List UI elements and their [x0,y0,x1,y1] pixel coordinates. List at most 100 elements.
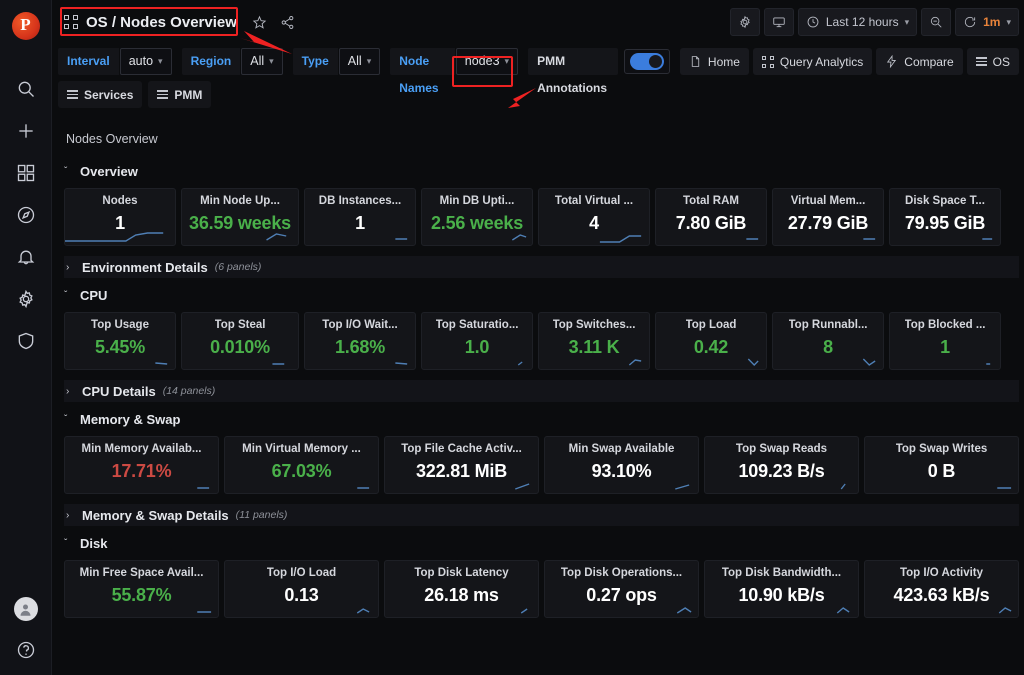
sidebar-nav [15,78,37,352]
alerting-bell-icon[interactable] [15,246,37,268]
stat-panel[interactable]: Top I/O Activity 423.63 kB/s [864,560,1019,618]
chevron-down-icon-interval: ▾ [158,56,163,66]
avatar[interactable] [13,597,38,621]
panel-title: Top I/O Load [266,567,337,579]
help-icon[interactable] [15,639,37,661]
stat-panel[interactable]: Virtual Mem... 27.79 GiB [772,188,884,246]
stat-panel[interactable]: Top Saturatio... 1.0 [421,312,533,370]
dashboard-topbar: OS / Nodes Overview Last 12 hours ▾ 1m ▾ [52,0,1024,44]
stat-panel[interactable]: Top File Cache Activ... 322.81 MiB [384,436,539,494]
annotations-toggle[interactable] [623,49,670,74]
stat-panel[interactable]: Top Disk Operations... 0.27 ops [544,560,699,618]
shield-icon[interactable] [15,330,37,352]
stat-panel[interactable]: DB Instances... 1 [304,188,416,246]
zoom-out-button[interactable] [921,8,952,36]
chevron-down-icon-type: ▾ [366,56,372,66]
plus-icon[interactable] [15,120,37,142]
panel-title: Top Disk Latency [414,567,509,579]
star-icon[interactable] [249,11,271,33]
stat-panel[interactable]: Min DB Upti... 2.56 weeks [421,188,533,246]
chevron-down-icon-refresh: ▾ [1006,16,1011,27]
panel-row: Top Usage 5.45% Top Steal 0.010% Top I/O Wai… [64,312,1019,370]
link-compare[interactable]: Compare [876,48,963,75]
stat-panel[interactable]: Min Free Space Avail... 55.87% [64,560,219,618]
stat-panel[interactable]: Min Swap Available 93.10% [544,436,699,494]
stat-panel[interactable]: Min Node Up... 36.59 weeks [181,188,299,246]
panel-row: Nodes 1 Min Node Up... 36.59 weeks DB Instan… [64,188,1019,246]
variable-interval: Interval auto ▾ [58,48,172,75]
row-title: CPU Details [82,383,156,399]
dashboard-settings-button[interactable] [729,8,760,36]
chevron-right-icon: › [66,261,70,273]
stat-panel[interactable]: Top Disk Bandwidth... 10.90 kB/s [704,560,859,618]
search-icon[interactable] [15,78,37,100]
stat-panel[interactable]: Top I/O Load 0.13 [224,560,379,618]
link-query-analytics[interactable]: Query Analytics [752,48,873,75]
stat-panel[interactable]: Nodes 1 [64,188,176,246]
stat-panel[interactable]: Top Swap Writes 0 B [864,436,1019,494]
variable-pmm-annotations: PMM Annotations [528,48,670,95]
row-header[interactable]: ˇ Overview [64,160,1019,182]
panel-title: Top Disk Operations... [560,567,683,579]
stat-panel[interactable]: Disk Space T... 79.95 GiB [889,188,1001,246]
panel-title: Total RAM [682,195,739,207]
row-header[interactable]: › CPU Details (14 panels) [64,380,1019,402]
stat-panel[interactable]: Total Virtual ... 4 [538,188,650,246]
explore-icon[interactable] [15,204,37,226]
share-icon[interactable] [277,11,299,33]
template-variables-bar: Interval auto ▾ Region All ▾ Type All ▾ … [52,44,1024,108]
chip-services[interactable]: Services [58,81,143,108]
dashboard-title-group[interactable]: OS / Nodes Overview [58,12,243,33]
chevron-down-icon: ˇ [64,413,68,425]
link-os[interactable]: OS [966,48,1019,75]
stat-panel[interactable]: Top Usage 5.45% [64,312,176,370]
stat-panel[interactable]: Top Runnabl... 8 [772,312,884,370]
stat-panel[interactable]: Top Disk Latency 26.18 ms [384,560,539,618]
menu-icon-services [67,90,78,99]
variable-label-type: Type [292,48,338,75]
time-range-picker[interactable]: Last 12 hours ▾ [797,8,918,36]
gear-icon[interactable] [15,288,37,310]
panel-title: Top I/O Activity [899,567,984,579]
stat-panel[interactable]: Min Memory Availab... 17.71% [64,436,219,494]
toggle-switch [629,53,664,70]
panel-value: 322.81 MiB [415,461,508,481]
panel-value: 79.95 GiB [904,213,986,233]
stat-panel[interactable]: Top Blocked ... 1 [889,312,1001,370]
stat-panel[interactable]: Total RAM 7.80 GiB [655,188,767,246]
link-home[interactable]: Home [679,48,749,75]
variable-value-node-names[interactable]: node3 ▾ [455,48,519,75]
percona-logo[interactable]: P [11,12,40,40]
variable-value-interval[interactable]: auto ▾ [119,48,172,75]
panel-title: Min Swap Available [568,443,675,455]
row-title: CPU [80,287,108,303]
row-header[interactable]: ˇ CPU [64,284,1019,306]
stat-panel[interactable]: Top Steal 0.010% [181,312,299,370]
row-header[interactable]: › Environment Details (6 panels) [64,256,1019,278]
row-title: Environment Details [82,259,208,275]
row-header[interactable]: › Memory & Swap Details (11 panels) [64,504,1019,526]
variable-value-region[interactable]: All ▾ [241,48,283,75]
stat-panel[interactable]: Top Switches... 3.11 K [538,312,650,370]
tv-mode-button[interactable] [763,8,794,36]
dashboards-icon[interactable] [15,162,37,184]
stat-panel[interactable]: Top Swap Reads 109.23 B/s [704,436,859,494]
chevron-down-icon-region: ▾ [269,56,274,66]
panel-value: 1 [940,337,950,357]
dashboard-links: Home Query Analytics Compare OS [679,48,1019,75]
chip-pmm[interactable]: PMM [148,81,212,108]
panel-value: 1 [355,213,365,233]
dashboard-subtitle: Nodes Overview [66,132,158,146]
stat-panel[interactable]: Top I/O Wait... 1.68% [304,312,416,370]
row-title: Disk [80,535,108,551]
row-header[interactable]: ˇ Memory & Swap [64,408,1019,430]
row-header[interactable]: ˇ Disk [64,532,1019,554]
topbar-actions: Last 12 hours ▾ 1m ▾ [729,8,1019,36]
variable-value-type[interactable]: All ▾ [338,48,381,75]
stat-panel[interactable]: Min Virtual Memory ... 67.03% [224,436,379,494]
panel-title: Top I/O Wait... [322,319,398,331]
panel-value: 8 [823,337,833,357]
page-title: OS / Nodes Overview [86,13,237,31]
refresh-button[interactable]: 1m ▾ [955,8,1019,36]
stat-panel[interactable]: Top Load 0.42 [655,312,767,370]
